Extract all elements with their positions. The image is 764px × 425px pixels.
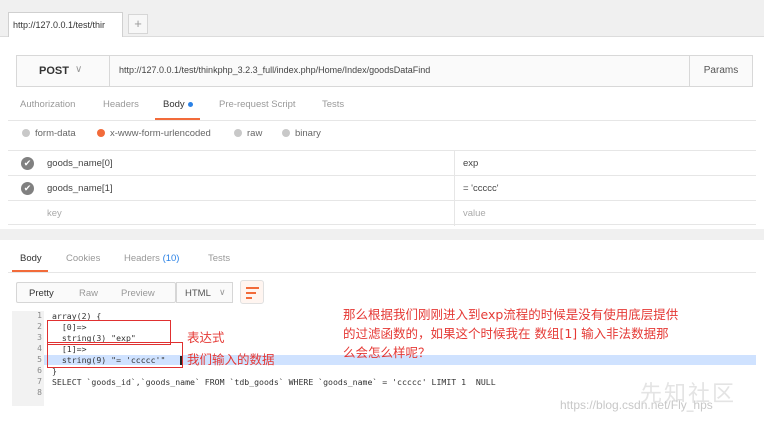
line-number: 6 xyxy=(37,366,42,375)
url-input[interactable]: http://127.0.0.1/test/thinkphp_3.2.3_ful… xyxy=(119,65,430,75)
annotation-input-data: 我们输入的数据 xyxy=(187,352,275,367)
radio-form-data[interactable]: form-data xyxy=(22,128,76,139)
response-tab-cookies[interactable]: Cookies xyxy=(66,253,100,264)
request-tab[interactable]: http://127.0.0.1/test/thir xyxy=(8,12,123,37)
tab-pre-request-script[interactable]: Pre-request Script xyxy=(219,99,296,110)
line-number: 4 xyxy=(37,344,42,353)
params-button[interactable]: Params xyxy=(689,56,752,86)
tab-tests[interactable]: Tests xyxy=(322,99,344,110)
highlight-box-input xyxy=(47,342,183,368)
request-bar: POST ∨ http://127.0.0.1/test/thinkphp_3.… xyxy=(16,55,753,87)
line-number: 5 xyxy=(37,355,42,364)
method-select[interactable]: POST ∨ xyxy=(17,56,110,86)
radio-label: raw xyxy=(247,128,263,139)
preview-button[interactable]: Preview xyxy=(121,288,155,299)
format-select[interactable]: HTML ∨ xyxy=(176,282,233,303)
wrap-icon xyxy=(246,287,259,289)
check-icon[interactable]: ✔ xyxy=(21,157,34,170)
kv-table: ✔ goods_name[0] exp ✔ goods_name[1] = 'c… xyxy=(8,150,756,226)
divider xyxy=(454,176,455,201)
annotation-line: 么会怎么样呢？ xyxy=(343,345,431,360)
method-label: POST xyxy=(39,65,69,77)
section-gap xyxy=(0,229,764,240)
kv-key-placeholder[interactable]: key xyxy=(47,208,62,219)
tab-headers[interactable]: Headers xyxy=(103,99,139,110)
new-tab-button[interactable]: + xyxy=(128,14,148,34)
response-tab-headers-label: Headers xyxy=(124,253,160,264)
pretty-button[interactable]: Pretty xyxy=(29,288,54,299)
line-number: 8 xyxy=(37,388,42,397)
response-tab-tests[interactable]: Tests xyxy=(208,253,230,264)
line-number: 7 xyxy=(37,377,42,386)
kv-value-input[interactable]: = 'ccccc' xyxy=(463,183,499,194)
radio-icon xyxy=(234,129,242,137)
watermark-url: https://blog.csdn.net/Fly_hps xyxy=(560,398,713,412)
tab-body-label: Body xyxy=(163,99,185,110)
kv-row: ✔ goods_name[1] = 'ccccc' xyxy=(8,175,756,201)
radio-label: x-www-form-urlencoded xyxy=(110,128,211,139)
raw-button[interactable]: Raw xyxy=(79,288,98,299)
line-number: 2 xyxy=(37,322,42,331)
kv-key-input[interactable]: goods_name[1] xyxy=(47,183,113,194)
tab-authorization[interactable]: Authorization xyxy=(20,99,75,110)
kv-key-input[interactable]: goods_name[0] xyxy=(47,158,113,169)
kv-value-placeholder[interactable]: value xyxy=(463,208,486,219)
annotation-expression: 表达式 xyxy=(187,330,225,345)
code-line: SELECT `goods_id`,`goods_name` FROM `tdb… xyxy=(52,377,496,387)
radio-icon xyxy=(22,129,30,137)
response-tab-headers[interactable]: Headers (10) xyxy=(124,253,179,264)
radio-raw[interactable]: raw xyxy=(234,128,262,139)
chevron-down-icon: ∨ xyxy=(75,64,83,75)
annotation-line: 的过滤函数的，如果这个时候我在 数组[1] 输入非法数据那 xyxy=(343,326,669,341)
annotation-question: 那么根据我们刚刚进入到exp流程的时候是没有使用底层提供 的过滤函数的，如果这个… xyxy=(343,305,678,362)
kv-row: ✔ goods_name[0] exp xyxy=(8,150,756,176)
check-icon[interactable]: ✔ xyxy=(21,182,34,195)
radio-label: form-data xyxy=(35,128,76,139)
line-number: 3 xyxy=(37,333,42,342)
radio-selected-icon xyxy=(97,129,105,137)
format-label: HTML xyxy=(185,288,211,299)
divider xyxy=(454,201,455,226)
chevron-down-icon: ∨ xyxy=(219,287,226,297)
tab-strip: http://127.0.0.1/test/thir + xyxy=(0,0,764,37)
radio-urlencoded[interactable]: x-www-form-urlencoded xyxy=(97,128,211,139)
response-tab-body[interactable]: Body xyxy=(20,253,42,264)
wrap-lines-button[interactable] xyxy=(240,280,264,304)
divider xyxy=(454,151,455,176)
annotation-line: 那么根据我们刚刚进入到exp流程的时候是没有使用底层提供 xyxy=(343,307,679,322)
line-number: 1 xyxy=(37,311,42,320)
view-toggle: Pretty Raw Preview xyxy=(16,282,176,303)
kv-value-input[interactable]: exp xyxy=(463,158,478,169)
kv-row: key value xyxy=(8,200,756,226)
headers-count-badge: (10) xyxy=(162,253,180,264)
radio-icon xyxy=(282,129,290,137)
divider xyxy=(8,272,756,273)
radio-label: binary xyxy=(295,128,321,139)
divider xyxy=(8,120,756,121)
tab-body[interactable]: Body xyxy=(163,99,193,110)
active-dot-icon xyxy=(187,101,193,107)
radio-binary[interactable]: binary xyxy=(282,128,321,139)
